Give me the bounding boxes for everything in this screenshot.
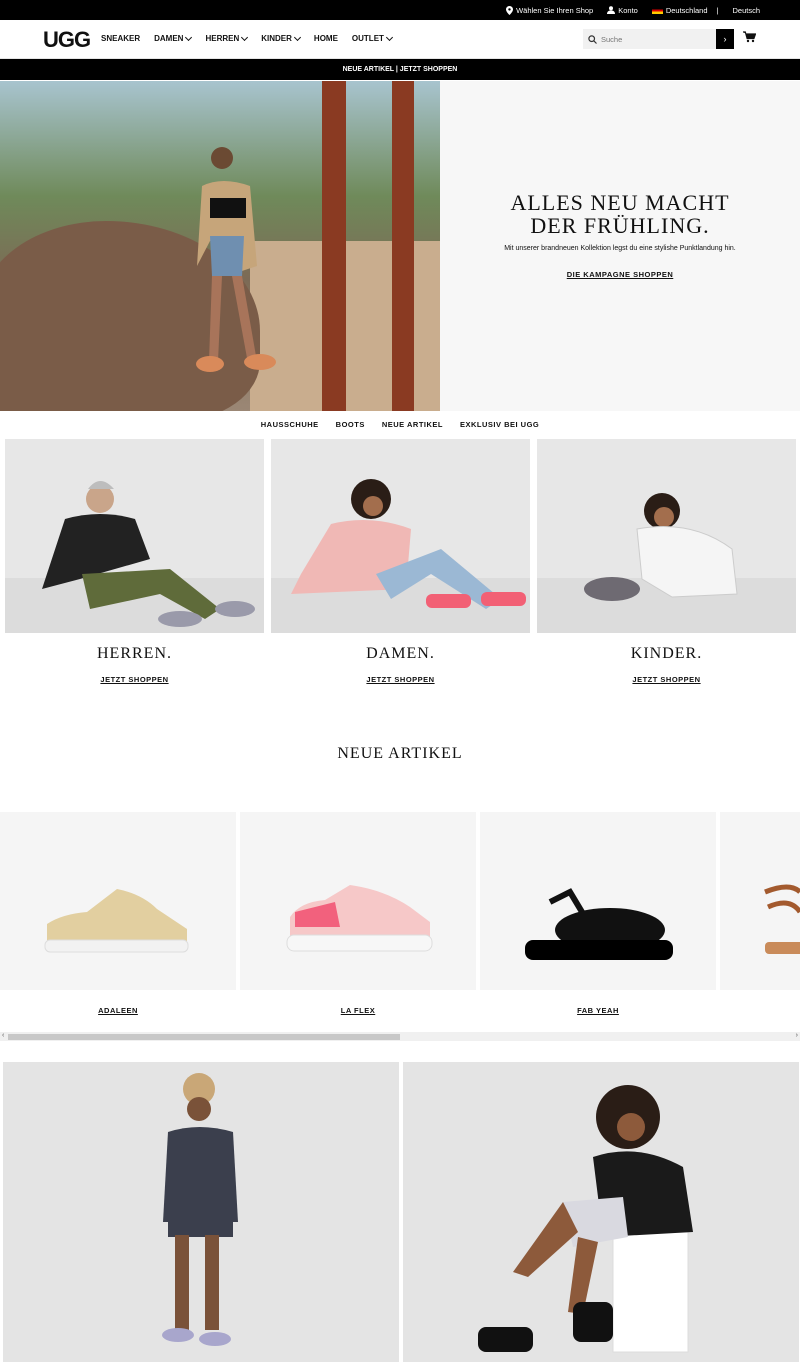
scroll-right-icon[interactable]: › [796, 1032, 798, 1039]
hero-image[interactable] [0, 81, 440, 411]
nav-label: KINDER [261, 34, 292, 43]
location-pin-icon [506, 5, 514, 15]
hero-text-panel: ALLES NEU MACHT DER FRÜHLING. Mit unserer… [440, 81, 800, 411]
tile-cta-link[interactable]: JETZT SHOPPEN [632, 675, 700, 684]
hero-section: ALLES NEU MACHT DER FRÜHLING. Mit unserer… [0, 81, 800, 411]
hero-cta-link[interactable]: DIE KAMPAGNE SHOPPEN [567, 270, 674, 279]
tile-cta-link[interactable]: JETZT SHOPPEN [366, 675, 434, 684]
product-card-fab-yeah[interactable] [480, 812, 716, 990]
model-figure [584, 493, 738, 601]
category-link-exklusiv[interactable]: EXKLUSIV BEI UGG [460, 420, 539, 429]
separator: | [716, 5, 719, 15]
tile-caption-herren: HERREN. JETZT SHOPPEN [5, 645, 264, 687]
cart-icon[interactable] [743, 31, 756, 43]
model-figure [478, 1085, 693, 1353]
feature-image-left[interactable] [3, 1062, 399, 1362]
nav-item-kinder[interactable]: KINDER [261, 33, 301, 43]
carousel-scrollbar[interactable]: ‹ › [0, 1032, 800, 1041]
tile-title: HERREN. [97, 645, 172, 662]
sneaker-image [286, 885, 433, 952]
door-frame-shape [322, 81, 346, 411]
promo-banner[interactable]: NEUE ARTIKEL | JETZT SHOPPEN [0, 59, 800, 80]
tile-image-damen[interactable] [271, 439, 530, 633]
hero-headline-line1: ALLES NEU MACHT [510, 190, 730, 215]
tile-caption-damen: DAMEN. JETZT SHOPPEN [271, 645, 530, 687]
chevron-down-icon [293, 33, 301, 41]
model-figure [42, 481, 255, 627]
search-bar: › [583, 29, 734, 49]
sandal-image [525, 888, 673, 960]
tile-image-kinder[interactable] [537, 439, 796, 633]
account-label: Konto [618, 5, 638, 15]
search-icon [588, 34, 597, 44]
category-links: HAUSSCHUHE BOOTS NEUE ARTIKEL EXKLUSIV B… [0, 411, 800, 437]
tile-title: DAMEN. [366, 645, 435, 662]
nav-item-sneaker[interactable]: SNEAKER [101, 34, 140, 43]
tile-cta-link[interactable]: JETZT SHOPPEN [100, 675, 168, 684]
store-locator-link[interactable]: Wählen Sie Ihren Shop [506, 5, 594, 15]
store-locator-label: Wählen Sie Ihren Shop [516, 5, 594, 15]
chevron-down-icon [385, 33, 393, 41]
model-figure [162, 1073, 238, 1346]
product-card-partial[interactable] [720, 812, 800, 990]
chevron-down-icon [241, 33, 249, 41]
search-input[interactable] [597, 34, 707, 44]
nav-item-home[interactable]: HOME [314, 34, 338, 43]
account-link[interactable]: Konto [607, 6, 638, 15]
sneaker-image [44, 889, 189, 953]
main-navigation: UGG SNEAKER DAMEN HERREN KINDER HOME OUT… [0, 20, 800, 59]
model-figure [291, 479, 526, 609]
sandal-image [764, 884, 800, 954]
scrollbar-thumb[interactable] [8, 1034, 400, 1040]
nav-label: SNEAKER [101, 34, 141, 43]
category-link-hausschuhe[interactable]: HAUSSCHUHE [261, 420, 319, 429]
product-card-adaleen[interactable] [0, 812, 236, 990]
user-icon [607, 6, 616, 14]
nav-label: HERREN [205, 34, 240, 43]
utility-bar: Wählen Sie Ihren Shop Konto Deutschland … [0, 0, 800, 20]
scroll-left-icon[interactable]: ‹ [2, 1032, 4, 1039]
country-label: Deutschland [665, 5, 708, 15]
product-name-fab-yeah[interactable]: FAB YEAH [480, 1006, 716, 1015]
chevron-right-icon: › [723, 34, 727, 44]
ugg-logo[interactable]: UGG [43, 27, 91, 53]
product-name-adaleen[interactable]: ADALEEN [0, 1006, 236, 1015]
nav-label: DAMEN [154, 34, 184, 43]
category-link-boots[interactable]: BOOTS [336, 420, 365, 429]
nav-label: HOME [313, 34, 338, 43]
germany-flag-icon [651, 6, 663, 14]
search-submit-button[interactable]: › [716, 29, 734, 49]
category-link-neue-artikel[interactable]: NEUE ARTIKEL [382, 420, 443, 429]
tile-caption-kinder: KINDER. JETZT SHOPPEN [537, 645, 796, 687]
feature-image-right[interactable] [403, 1062, 799, 1362]
tile-image-herren[interactable] [5, 439, 264, 633]
nav-item-damen[interactable]: DAMEN [154, 33, 193, 43]
nav-item-outlet[interactable]: OUTLET [351, 33, 393, 43]
country-selector[interactable]: Deutschland | [651, 5, 719, 15]
section-heading-neue-artikel: NEUE ARTIKEL [337, 745, 463, 762]
product-card-la-flex[interactable] [240, 812, 476, 990]
model-figure [196, 147, 276, 372]
chevron-down-icon [185, 33, 193, 41]
language-selector[interactable]: Deutsch [732, 6, 760, 15]
nav-item-herren[interactable]: HERREN [205, 33, 249, 43]
nav-label: OUTLET [351, 34, 384, 43]
hero-headline-line2: DER FRÜHLING. [530, 213, 710, 238]
hero-subtext: Mit unserer brandneuen Kollektion legst … [504, 245, 736, 252]
product-name-la-flex[interactable]: LA FLEX [240, 1006, 476, 1015]
hero-headline: ALLES NEU MACHT DER FRÜHLING. [440, 191, 800, 237]
language-label: Deutsch [732, 5, 760, 15]
tile-title: KINDER. [630, 645, 703, 662]
door-frame-shape [392, 81, 414, 411]
main-menu: SNEAKER DAMEN HERREN KINDER HOME OUTLET [101, 33, 393, 43]
promo-text: NEUE ARTIKEL | JETZT SHOPPEN [342, 66, 458, 73]
